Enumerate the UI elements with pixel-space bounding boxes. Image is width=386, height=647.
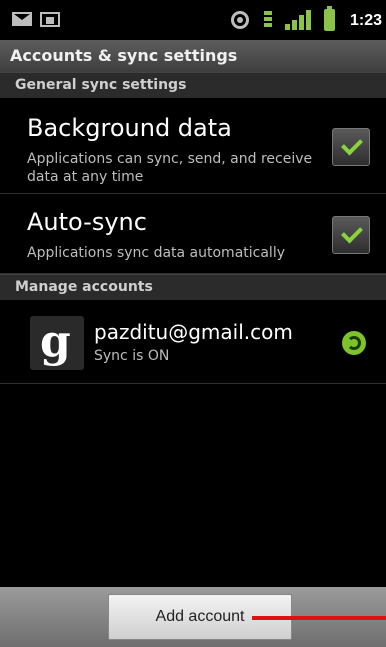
auto-sync-title: Auto-sync [27, 208, 147, 236]
signal-icon [285, 10, 313, 30]
account-sync-status: Sync is ON [94, 348, 170, 364]
status-bar: 1:23 [0, 0, 386, 40]
annotation-pointer-line [252, 616, 386, 620]
section-header-label: General sync settings [15, 77, 187, 93]
sync-icon [342, 331, 366, 355]
battery-icon [324, 6, 335, 31]
mail-icon [12, 12, 32, 26]
page-title: Accounts & sync settings [10, 46, 238, 65]
screen-icon [40, 12, 60, 27]
account-email: pazditu@gmail.com [94, 320, 293, 344]
clock: 1:23 [350, 12, 383, 29]
auto-sync-summary: Applications sync data automatically [27, 245, 285, 261]
background-data-checkbox[interactable] [332, 128, 370, 166]
section-header-general: General sync settings [0, 72, 386, 98]
auto-sync-checkbox[interactable] [332, 216, 370, 254]
usb-debug-icon [262, 9, 274, 31]
background-data-row[interactable]: Background data Applications can sync, s… [0, 98, 386, 194]
google-logo-letter: g [40, 316, 71, 367]
section-header-label: Manage accounts [15, 279, 153, 295]
account-row[interactable]: g pazditu@gmail.com Sync is ON [0, 300, 386, 384]
background-data-title: Background data [27, 114, 232, 142]
google-logo-icon: g [30, 316, 84, 370]
title-bar: Accounts & sync settings [0, 40, 386, 72]
auto-sync-row[interactable]: Auto-sync Applications sync data automat… [0, 194, 386, 274]
section-header-manage-accounts: Manage accounts [0, 274, 386, 300]
background-data-summary: Applications can sync, send, and receive… [27, 151, 313, 185]
gps-icon [231, 11, 249, 29]
